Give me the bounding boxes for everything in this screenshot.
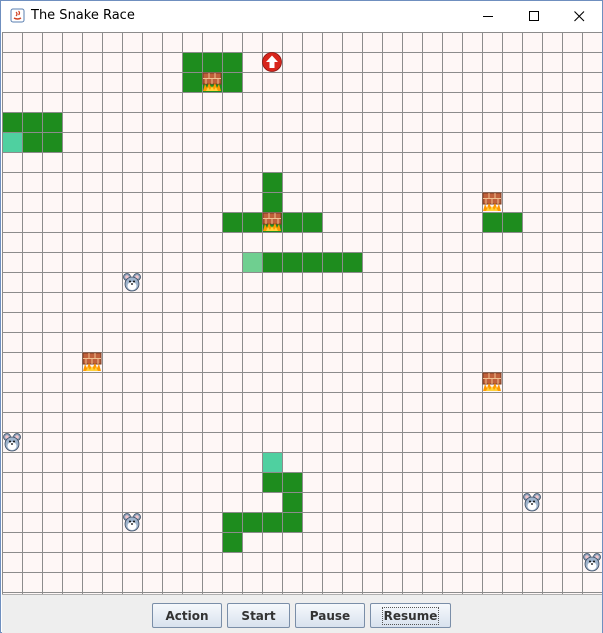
minimize-icon <box>482 15 493 17</box>
snake-segment <box>222 512 242 532</box>
snake-segment <box>22 132 42 152</box>
title-bar: The Snake Race <box>1 1 602 31</box>
game-window: The Snake Race Action Start Pause Resume <box>0 0 603 633</box>
snake-segment <box>222 52 242 72</box>
snake-segment <box>262 512 282 532</box>
fire-wall-icon <box>262 212 282 231</box>
action-button[interactable]: Action <box>152 603 222 628</box>
close-button[interactable] <box>556 1 602 31</box>
minimize-button[interactable] <box>465 1 511 31</box>
pause-button[interactable]: Pause <box>295 603 365 628</box>
snake-segment <box>222 212 242 232</box>
arrow-up-icon <box>262 52 282 72</box>
fire-wall-icon <box>482 372 502 391</box>
fire-wall-icon <box>482 192 502 211</box>
window-title: The Snake Race <box>31 8 135 23</box>
snake-segment <box>262 172 282 192</box>
snake-head <box>262 452 282 472</box>
snake-segment <box>282 492 302 512</box>
maximize-button[interactable] <box>511 1 557 31</box>
start-button[interactable]: Start <box>227 603 290 628</box>
game-board[interactable] <box>2 32 602 594</box>
action-button-label: Action <box>165 608 209 623</box>
snake-segment <box>222 72 242 92</box>
snake-segment <box>22 112 42 132</box>
snake-segment <box>322 252 342 272</box>
snake-segment <box>182 72 202 92</box>
snake-segment <box>262 192 282 212</box>
snake-segment <box>302 252 322 272</box>
snake-segment <box>302 212 322 232</box>
snake-segment <box>242 512 262 532</box>
control-panel: Action Start Pause Resume <box>2 594 602 633</box>
maximize-icon <box>528 10 539 21</box>
snake-segment <box>2 112 22 132</box>
snake-segment <box>202 52 222 72</box>
snake-segment <box>262 472 282 492</box>
snake-head <box>2 132 22 152</box>
snake-segment <box>182 52 202 72</box>
snake-segment <box>282 252 302 272</box>
snake-segment <box>482 212 502 232</box>
snake-segment <box>42 132 62 152</box>
snake-segment <box>222 532 242 552</box>
snake-segment <box>282 472 302 492</box>
java-app-icon <box>10 8 25 23</box>
board-canvas <box>2 32 602 594</box>
snake-segment <box>42 112 62 132</box>
snake-segment <box>242 212 262 232</box>
snake-segment <box>502 212 522 232</box>
snake-head <box>242 252 262 272</box>
snake-segment <box>282 212 302 232</box>
resume-button[interactable]: Resume <box>370 603 451 628</box>
close-icon <box>573 10 584 21</box>
resume-button-label: Resume <box>381 606 440 625</box>
snake-segment <box>262 252 282 272</box>
fire-wall-icon <box>202 72 222 91</box>
start-button-label: Start <box>241 608 276 623</box>
snake-segment <box>282 512 302 532</box>
pause-button-label: Pause <box>309 608 351 623</box>
fire-wall-icon <box>82 352 102 371</box>
snake-segment <box>342 252 362 272</box>
